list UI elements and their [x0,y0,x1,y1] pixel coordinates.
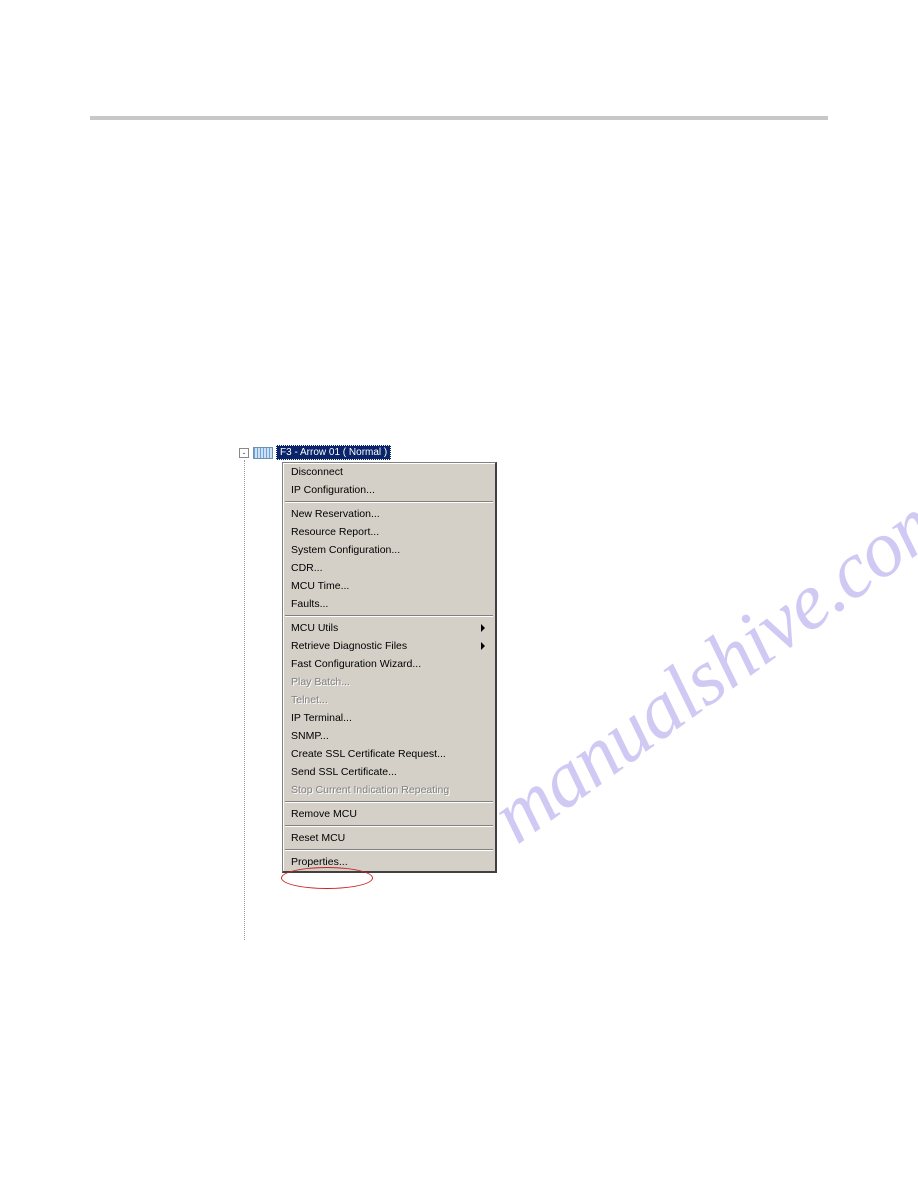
menu-item-label: Resource Report... [291,526,379,538]
menu-item-ip-configuration[interactable]: IP Configuration... [283,481,495,499]
menu-item-label: Reset MCU [291,832,345,844]
menu-item-ip-terminal[interactable]: IP Terminal... [283,709,495,727]
menu-item-new-reservation[interactable]: New Reservation... [283,505,495,523]
menu-item-label: IP Configuration... [291,484,375,496]
menu-item-disconnect[interactable]: Disconnect [283,463,495,481]
menu-item-label: Retrieve Diagnostic Files [291,640,407,652]
menu-item-mcu-utils[interactable]: MCU Utils [283,619,495,637]
menu-item-label: Disconnect [291,466,343,478]
menu-separator [285,615,493,617]
page-divider [90,116,828,120]
mcu-icon [253,447,273,459]
menu-item-snmp[interactable]: SNMP... [283,727,495,745]
menu-separator [285,825,493,827]
menu-item-label: Properties... [291,856,348,868]
menu-item-create-ssl-certificate-request[interactable]: Create SSL Certificate Request... [283,745,495,763]
menu-item-fast-configuration-wizard[interactable]: Fast Configuration Wizard... [283,655,495,673]
menu-separator [285,849,493,851]
tree-connector-line [244,460,245,940]
watermark-text: manualshive.com [475,469,918,862]
menu-item-retrieve-diagnostic-files[interactable]: Retrieve Diagnostic Files [283,637,495,655]
menu-item-label: Telnet... [291,694,328,706]
menu-item-label: Faults... [291,598,328,610]
tree-collapse-icon[interactable]: - [239,448,249,458]
menu-item-label: Create SSL Certificate Request... [291,748,446,760]
menu-item-label: MCU Utils [291,622,338,634]
menu-item-label: Play Batch... [291,676,350,688]
menu-item-faults[interactable]: Faults... [283,595,495,613]
menu-item-stop-current-indication-repeating: Stop Current Indication Repeating [283,781,495,799]
menu-item-mcu-time[interactable]: MCU Time... [283,577,495,595]
menu-item-label: New Reservation... [291,508,380,520]
menu-item-label: SNMP... [291,730,329,742]
menu-item-remove-mcu[interactable]: Remove MCU [283,805,495,823]
menu-separator [285,501,493,503]
menu-item-label: Remove MCU [291,808,357,820]
menu-item-reset-mcu[interactable]: Reset MCU [283,829,495,847]
menu-item-play-batch: Play Batch... [283,673,495,691]
menu-separator [285,801,493,803]
tree-node-row[interactable]: - F3 - Arrow 01 ( Normal ) [239,445,497,460]
chevron-right-icon [481,642,485,650]
menu-item-label: System Configuration... [291,544,400,556]
context-menu: Disconnect IP Configuration... New Reser… [282,462,497,873]
menu-item-cdr[interactable]: CDR... [283,559,495,577]
menu-item-label: MCU Time... [291,580,349,592]
menu-item-system-configuration[interactable]: System Configuration... [283,541,495,559]
menu-item-telnet: Telnet... [283,691,495,709]
tree-node-label[interactable]: F3 - Arrow 01 ( Normal ) [276,445,391,460]
menu-item-label: Fast Configuration Wizard... [291,658,421,670]
chevron-right-icon [481,624,485,632]
menu-item-label: CDR... [291,562,323,574]
menu-item-label: Send SSL Certificate... [291,766,397,778]
menu-item-label: IP Terminal... [291,712,352,724]
menu-item-resource-report[interactable]: Resource Report... [283,523,495,541]
menu-item-properties[interactable]: Properties... [283,853,495,871]
screenshot-region: - F3 - Arrow 01 ( Normal ) Disconnect IP… [239,445,497,460]
menu-item-send-ssl-certificate[interactable]: Send SSL Certificate... [283,763,495,781]
menu-item-label: Stop Current Indication Repeating [291,784,449,796]
